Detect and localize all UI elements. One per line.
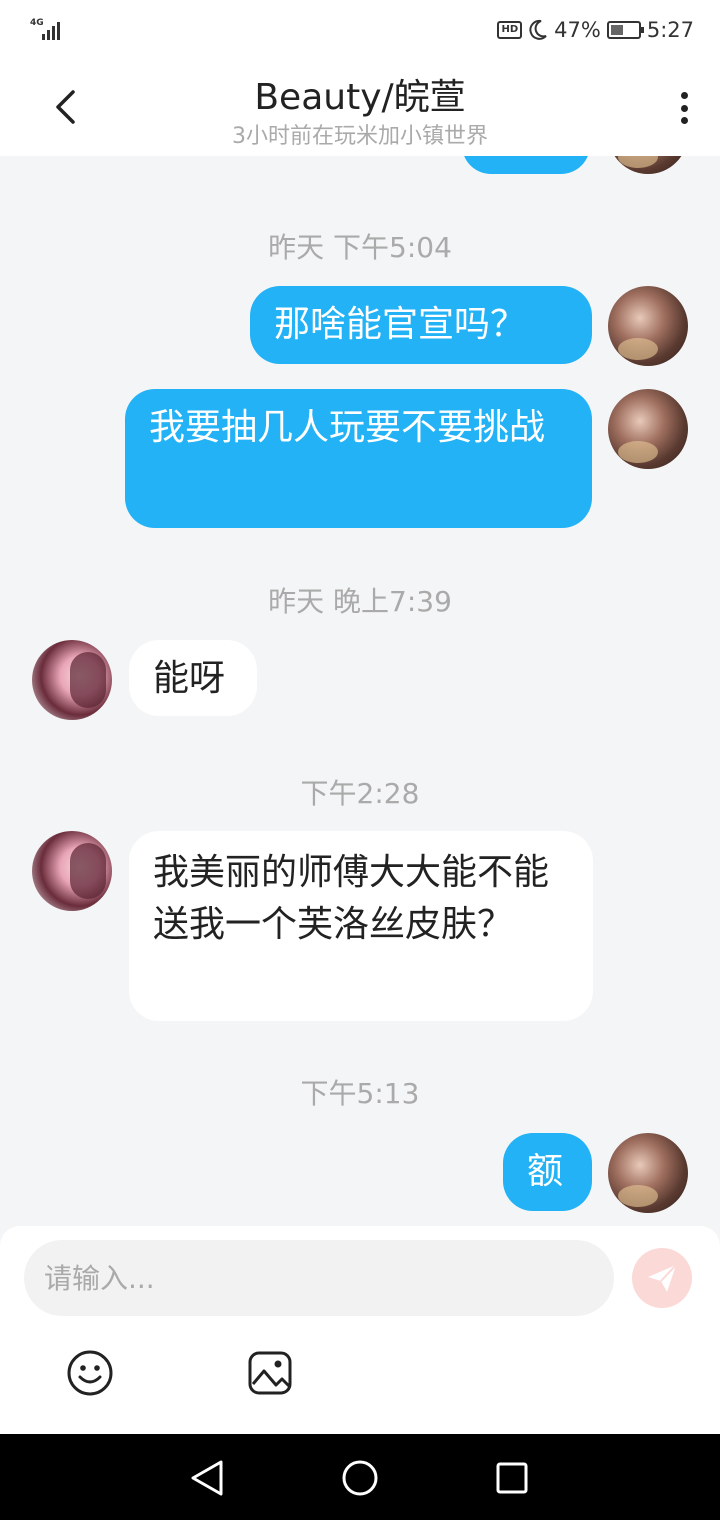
message-timestamp: 下午2:28 <box>300 777 420 810</box>
my-avatar[interactable] <box>608 156 688 174</box>
clock: 5:27 <box>646 18 694 42</box>
moon-icon <box>529 19 547 40</box>
nav-back-button[interactable] <box>185 1456 229 1500</box>
my-avatar[interactable] <box>608 1133 688 1213</box>
more-button[interactable] <box>672 88 696 128</box>
image-button[interactable] <box>245 1348 295 1398</box>
image-icon <box>248 1351 292 1395</box>
emoji-icon <box>67 1350 113 1396</box>
message-bubble-partial[interactable] <box>462 156 590 174</box>
circle-home-icon <box>342 1460 378 1496</box>
square-recents-icon <box>496 1462 528 1494</box>
nav-recents-button[interactable] <box>490 1456 534 1500</box>
message-bubble-sent[interactable]: 额 <box>503 1133 592 1211</box>
message-bubble-received[interactable]: 能呀 <box>129 640 257 716</box>
composer <box>0 1226 720 1434</box>
send-button[interactable] <box>632 1248 692 1308</box>
status-bar: 4G HD 47% 5:27 <box>0 0 720 60</box>
message-bubble-sent[interactable]: 那啥能官宣吗？ <box>250 286 592 364</box>
battery-icon <box>606 21 644 39</box>
contact-avatar[interactable] <box>32 640 112 720</box>
message-bubble-sent[interactable]: 我要抽几人玩要不要挑战 <box>125 389 592 528</box>
message-timestamp: 昨天 晚上7:39 <box>268 585 452 618</box>
page-title: Beauty/皖萱 <box>254 77 466 118</box>
send-icon <box>648 1264 677 1292</box>
message-bubble-received[interactable]: 我美丽的师傅大大能不能送我一个芙洛丝皮肤？ <box>129 831 593 1021</box>
battery-percent: 47% <box>554 18 601 42</box>
nav-home-button[interactable] <box>338 1456 382 1500</box>
my-avatar[interactable] <box>608 389 688 469</box>
presence-status: 3小时前在玩米加小镇世界 <box>232 124 488 149</box>
signal-icon: 4G <box>30 18 64 42</box>
more-vertical-icon <box>680 92 688 99</box>
hd-icon: HD <box>497 21 523 39</box>
chat-header: Beauty/皖萱 3小时前在玩米加小镇世界 <box>0 60 720 156</box>
message-timestamp: 昨天 下午5:04 <box>268 231 452 264</box>
contact-avatar[interactable] <box>32 831 112 911</box>
message-timestamp: 下午5:13 <box>300 1077 420 1110</box>
emoji-button[interactable] <box>65 1348 115 1398</box>
status-indicators: HD 47% 5:27 <box>497 16 694 44</box>
my-avatar[interactable] <box>608 286 688 366</box>
message-input[interactable] <box>24 1240 614 1316</box>
triangle-back-icon <box>191 1460 223 1496</box>
message-list[interactable]: 昨天 下午5:04 那啥能官宣吗？ 我要抽几人玩要不要挑战 昨天 晚上7:39 … <box>0 156 720 1226</box>
system-nav-bar <box>0 1434 720 1520</box>
